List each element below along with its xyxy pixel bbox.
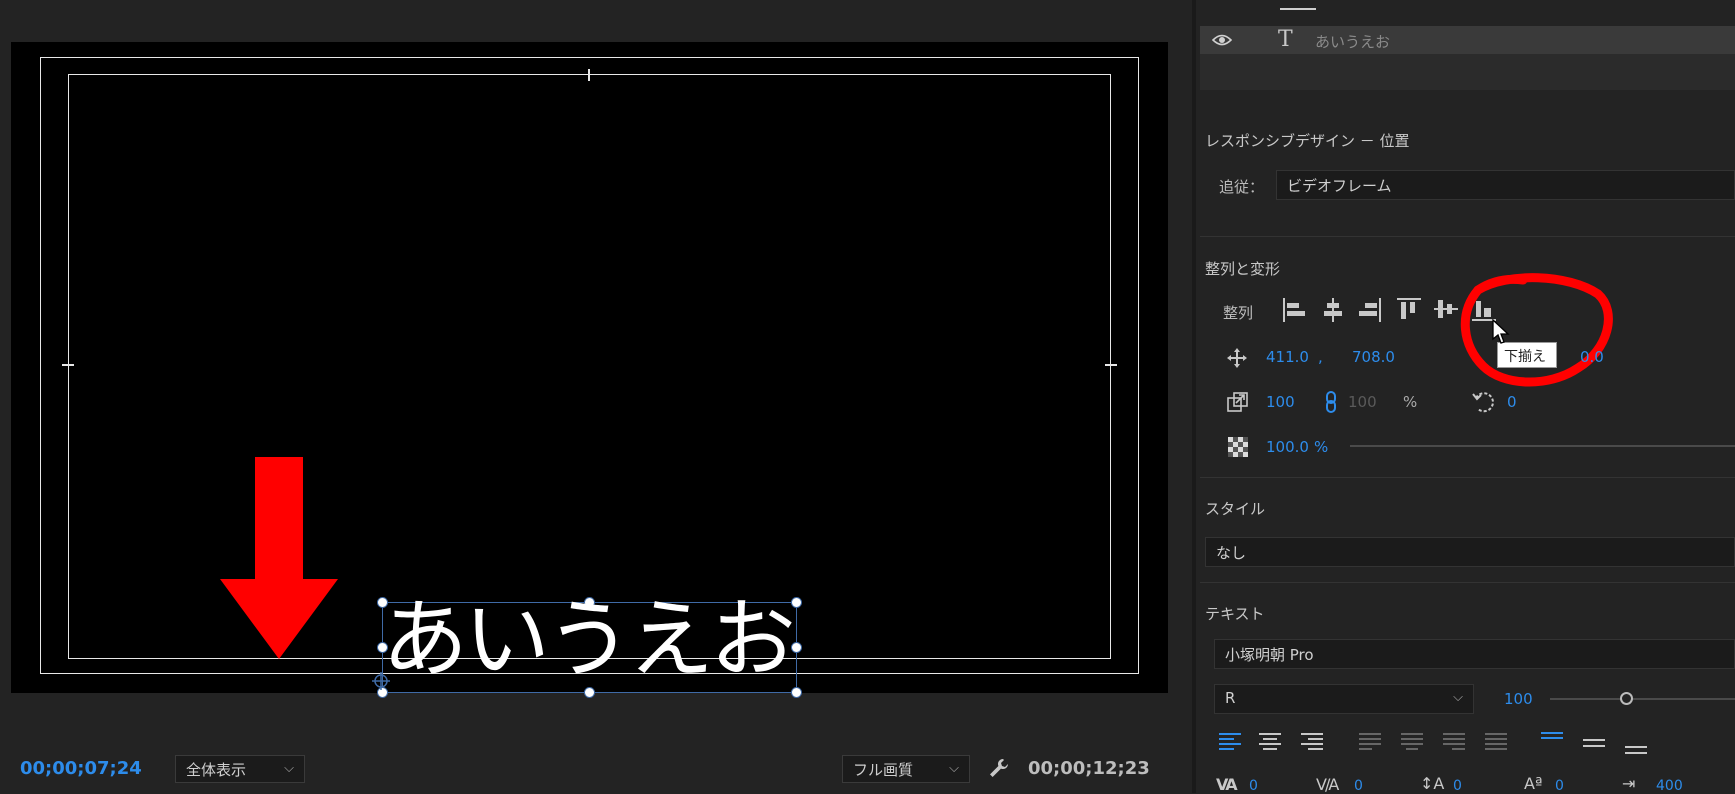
text-layer-icon: T bbox=[1278, 27, 1293, 52]
safe-tick-left bbox=[62, 364, 74, 366]
align-top-icon[interactable] bbox=[1396, 297, 1422, 321]
zoom-dropdown[interactable]: 全体表示 ⌵ bbox=[175, 755, 305, 783]
kerning-icon: VA bbox=[1216, 775, 1238, 794]
position-move-icon bbox=[1227, 348, 1247, 368]
rotation-icon bbox=[1472, 392, 1494, 413]
red-circle-annotation bbox=[1460, 273, 1613, 387]
quality-dropdown-value: フル画質 bbox=[853, 761, 914, 779]
align-left-icon[interactable] bbox=[1282, 297, 1306, 323]
font-style-dropdown[interactable]: R ⌵ bbox=[1214, 684, 1474, 714]
vertical-align-center-icon[interactable] bbox=[1582, 736, 1606, 752]
tab-indicator bbox=[1280, 8, 1316, 10]
font-style-value: R bbox=[1225, 689, 1236, 707]
position-x-value[interactable]: 411.0 bbox=[1266, 348, 1309, 366]
font-size-slider-handle[interactable] bbox=[1620, 692, 1633, 705]
text-align-center-icon[interactable] bbox=[1258, 732, 1282, 752]
current-timecode[interactable]: 00;00;07;24 bbox=[20, 758, 142, 779]
duration-timecode: 00;00;12;23 bbox=[1028, 758, 1150, 779]
justify-last-left-icon[interactable] bbox=[1358, 732, 1382, 752]
tracking-value[interactable]: 0 bbox=[1354, 778, 1363, 794]
align-right-icon[interactable] bbox=[1358, 297, 1382, 323]
kerning-value[interactable]: 0 bbox=[1249, 778, 1258, 794]
scale-width-value[interactable]: 100 bbox=[1266, 393, 1295, 411]
quality-dropdown[interactable]: フル画質 ⌵ bbox=[842, 755, 970, 783]
eye-icon[interactable] bbox=[1212, 34, 1232, 46]
font-value: 小塚明朝 Pro bbox=[1225, 646, 1314, 664]
responsive-title: レスポンシブデザイン － 位置 bbox=[1205, 132, 1410, 150]
follow-value: ビデオフレーム bbox=[1287, 177, 1392, 195]
text-align-left-icon[interactable] bbox=[1218, 732, 1242, 752]
position-separator: , bbox=[1318, 348, 1323, 366]
font-dropdown[interactable]: 小塚明朝 Pro bbox=[1214, 639, 1735, 669]
text-title: テキスト bbox=[1205, 605, 1265, 623]
justify-all-icon[interactable] bbox=[1484, 732, 1508, 752]
anchor-point-icon[interactable] bbox=[372, 672, 390, 690]
tab-width-value[interactable]: 400 bbox=[1656, 778, 1683, 794]
opacity-slider[interactable] bbox=[1350, 445, 1735, 447]
zoom-dropdown-value: 全体表示 bbox=[186, 761, 247, 779]
justify-last-center-icon[interactable] bbox=[1400, 732, 1424, 752]
align-title: 整列と変形 bbox=[1205, 260, 1281, 278]
tracking-icon: V/A bbox=[1316, 775, 1339, 794]
baseline-value[interactable]: 0 bbox=[1453, 778, 1462, 794]
scale-height-value: 100 bbox=[1348, 393, 1377, 411]
divider bbox=[1200, 477, 1735, 478]
safe-tick-top bbox=[588, 69, 590, 81]
tsume-value[interactable]: 0 bbox=[1555, 778, 1564, 794]
safe-tick-right bbox=[1105, 364, 1117, 366]
scale-unit: % bbox=[1403, 393, 1418, 411]
tooltip: 下揃え bbox=[1497, 342, 1557, 368]
opacity-checker-icon bbox=[1228, 437, 1248, 457]
baseline-shift-icon: ↕A bbox=[1420, 774, 1445, 793]
style-value: なし bbox=[1216, 544, 1247, 562]
layer-row[interactable]: T あいうえお bbox=[1200, 26, 1735, 54]
text-align-right-icon[interactable] bbox=[1300, 732, 1324, 752]
vertical-align-top-icon[interactable] bbox=[1540, 730, 1564, 746]
chevron-down-icon: ⌵ bbox=[284, 761, 294, 776]
scale-icon bbox=[1227, 392, 1248, 412]
chevron-down-icon: ⌵ bbox=[949, 761, 959, 776]
divider bbox=[1200, 236, 1735, 237]
divider bbox=[1200, 582, 1735, 583]
canvas-title-text[interactable]: あいうえお bbox=[382, 590, 802, 690]
align-label: 整列 bbox=[1223, 304, 1254, 322]
program-monitor: あいうえお 00;00;07;24 全体表示 ⌵ フル画質 ⌵ 00;00;12… bbox=[0, 0, 1195, 793]
tsume-icon: Aª bbox=[1524, 774, 1543, 793]
follow-dropdown[interactable]: ビデオフレーム bbox=[1276, 170, 1735, 200]
opacity-unit: % bbox=[1314, 438, 1329, 456]
rotation-value[interactable]: 0 bbox=[1507, 393, 1517, 411]
mouse-cursor-icon bbox=[1492, 319, 1510, 344]
style-dropdown[interactable]: なし bbox=[1205, 537, 1735, 567]
tab-width-icon: ⇥ bbox=[1622, 774, 1636, 793]
layer-name: あいうえお bbox=[1315, 33, 1391, 51]
align-center-h-icon[interactable] bbox=[1321, 297, 1345, 323]
font-size-value[interactable]: 100 bbox=[1504, 690, 1533, 708]
chevron-down-icon: ⌵ bbox=[1453, 690, 1463, 705]
justify-last-right-icon[interactable] bbox=[1442, 732, 1466, 752]
vertical-align-bottom-icon[interactable] bbox=[1624, 740, 1648, 756]
position-y-value[interactable]: 708.0 bbox=[1352, 348, 1395, 366]
follow-label: 追従： bbox=[1219, 178, 1265, 196]
opacity-value[interactable]: 100.0 bbox=[1266, 438, 1309, 456]
font-size-slider[interactable] bbox=[1550, 698, 1735, 700]
style-title: スタイル bbox=[1205, 500, 1266, 518]
red-down-arrow-annotation bbox=[220, 457, 338, 659]
anchor-hidden-value[interactable]: 0.0 bbox=[1580, 348, 1604, 366]
link-icon[interactable] bbox=[1324, 391, 1338, 413]
wrench-icon[interactable] bbox=[988, 757, 1010, 779]
